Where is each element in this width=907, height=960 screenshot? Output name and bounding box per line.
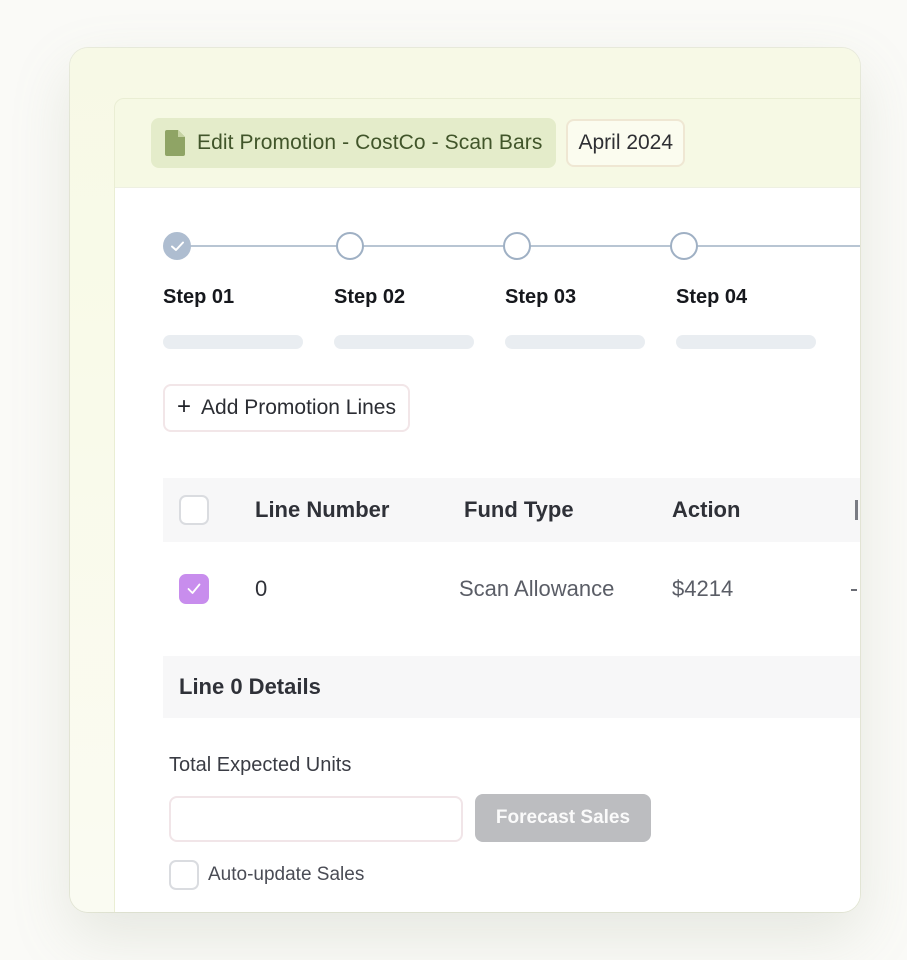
period-badge[interactable]: April 2024 xyxy=(566,119,686,167)
cell-line-number: 0 xyxy=(255,576,268,601)
auto-update-sales-label: Auto-update Sales xyxy=(208,864,365,885)
step-progress-bar xyxy=(505,335,645,349)
step-pending-icon xyxy=(670,232,698,260)
step-label: Step 03 xyxy=(505,286,577,308)
promotion-title-pill: Edit Promotion - CostCo - Scan Bars xyxy=(151,118,557,168)
total-expected-units-label: Total Expected Units xyxy=(169,754,352,776)
step-progress-bar xyxy=(676,335,816,349)
select-all-checkbox[interactable] xyxy=(179,495,209,525)
step-complete-icon xyxy=(163,232,191,260)
step-pending-icon xyxy=(503,232,531,260)
row-select-checkbox[interactable] xyxy=(179,574,209,604)
column-header-truncated xyxy=(855,500,858,520)
step-label: Step 01 xyxy=(163,286,235,308)
plus-icon: + xyxy=(177,393,192,420)
main-content: Step 01 Step 02 Step 03 Step 04 + Add Pr xyxy=(115,187,860,912)
column-header-line-number[interactable]: Line Number xyxy=(255,497,389,523)
step-progress-bar xyxy=(163,335,303,349)
add-promotion-lines-label: Add Promotion Lines xyxy=(201,396,396,419)
step-label: Step 02 xyxy=(334,286,406,308)
step-pending-icon xyxy=(336,232,364,260)
page-title: Edit Promotion - CostCo - Scan Bars xyxy=(197,131,543,154)
column-header-action[interactable]: Action xyxy=(672,497,740,523)
page-header: Edit Promotion - CostCo - Scan Bars Apri… xyxy=(151,117,686,169)
line-details-header: Line 0 Details xyxy=(163,656,860,718)
total-expected-units-input[interactable] xyxy=(169,796,463,842)
cell-action: $4214 xyxy=(672,576,734,601)
forecast-sales-button[interactable]: Forecast Sales xyxy=(475,794,651,842)
app-window: Edit Promotion - CostCo - Scan Bars Apri… xyxy=(70,48,860,912)
table-row[interactable]: 0 Scan Allowance $4214 xyxy=(163,556,860,622)
promotion-panel: Edit Promotion - CostCo - Scan Bars Apri… xyxy=(114,98,860,912)
cell-fund-type: Scan Allowance xyxy=(459,576,615,601)
column-header-fund-type[interactable]: Fund Type xyxy=(464,497,574,523)
cell-truncated xyxy=(851,589,857,591)
step-progress-bar xyxy=(334,335,474,349)
step-label: Step 04 xyxy=(676,286,748,308)
add-promotion-lines-button[interactable]: + Add Promotion Lines xyxy=(163,384,410,432)
table-header: Line Number Fund Type Action xyxy=(163,478,860,542)
line-details-title: Line 0 Details xyxy=(179,674,321,699)
auto-update-sales-checkbox[interactable] xyxy=(169,860,199,890)
file-icon xyxy=(165,130,185,156)
